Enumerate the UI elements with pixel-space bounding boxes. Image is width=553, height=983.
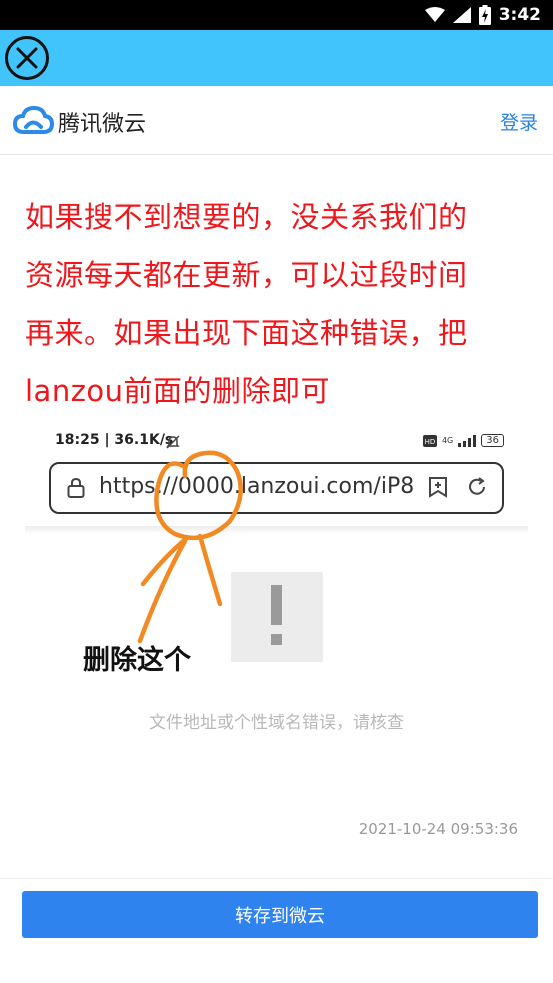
instruction-line: 再来。如果出现下面这种错误，把 <box>25 316 468 350</box>
battery-charging-icon <box>478 5 491 25</box>
instruction-text: 如果搜不到想要的，没关系我们的 资源每天都在更新，可以过段时间 再来。如果出现下… <box>25 188 535 420</box>
annotation-arrow-right <box>197 533 223 607</box>
embedded-error-screenshot: 18:25 | 36.1K/s HD 4G 36 https://0000.la… <box>25 426 528 866</box>
embedded-error-message: 文件地址或个性域名错误，请核查 <box>149 713 404 733</box>
embedded-url-bar: https://0000.lanzoui.com/iP8 <box>49 462 504 514</box>
bookmark-add-icon <box>429 477 447 498</box>
hd-icon: HD <box>422 434 437 447</box>
status-time: 3:42 <box>498 5 541 25</box>
embedded-status-time: 18:25 | 36.1K/s <box>55 432 174 448</box>
refresh-icon <box>469 477 485 495</box>
delete-this-label: 删除这个 <box>83 645 191 676</box>
embedded-battery-icon: 36 <box>481 434 504 447</box>
lock-icon <box>67 477 85 498</box>
cellular-signal-icon <box>452 7 471 23</box>
instruction-line: lanzou前面的删除即可 <box>25 374 331 408</box>
embedded-network-label: 4G <box>441 436 454 445</box>
status-bar: 3:42 <box>0 0 553 30</box>
bottom-bar: 转存到微云 <box>0 878 553 983</box>
instruction-line: 如果搜不到想要的，没关系我们的 <box>25 200 468 234</box>
embedded-date: 2021-10-24 09:53:36 <box>358 820 518 838</box>
weiyun-cloud-logo-icon <box>12 105 54 134</box>
embedded-url-actions <box>428 476 488 498</box>
embedded-signal-icon <box>458 434 477 447</box>
annotation-arrow-left <box>137 538 188 644</box>
login-link[interactable]: 登录 <box>500 108 538 135</box>
status-icons: 3:42 <box>424 4 541 26</box>
muted-bell-icon <box>166 435 180 449</box>
warning-placeholder <box>231 572 323 662</box>
embedded-url-text: https://0000.lanzoui.com/iP8 <box>99 474 415 499</box>
close-icon <box>16 47 38 69</box>
weiyun-header: 腾讯微云 登录 <box>0 86 553 155</box>
save-to-weiyun-button[interactable]: 转存到微云 <box>22 891 538 938</box>
annotation-arrow-left-head <box>140 535 190 587</box>
embedded-divider <box>25 526 528 534</box>
close-button[interactable] <box>5 36 49 80</box>
wifi-icon <box>424 7 445 22</box>
instruction-line: 资源每天都在更新，可以过段时间 <box>25 258 468 292</box>
embedded-status-icons: HD 4G 36 <box>422 434 504 447</box>
logo-text: 腾讯微云 <box>58 112 147 137</box>
exclamation-icon <box>271 585 282 645</box>
top-bar <box>0 30 553 86</box>
svg-text:HD: HD <box>425 438 436 446</box>
